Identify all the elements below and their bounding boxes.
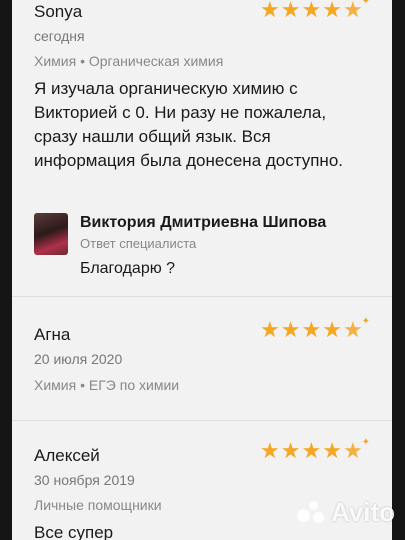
- review-text: Все супер: [34, 523, 114, 540]
- star-icon: ★: [342, 318, 363, 343]
- review-text-line: Я изучала органическую химию с: [34, 79, 298, 98]
- divider: [12, 420, 392, 421]
- star-icon: ★: [280, 318, 301, 343]
- star-icon: ★: [342, 0, 363, 23]
- avito-watermark: Avito: [296, 497, 395, 528]
- star-icon: ★: [280, 0, 301, 23]
- reviewer-name: Агна: [34, 325, 71, 344]
- left-edge: [0, 0, 12, 540]
- reviews-list[interactable]: Sonya ★ ★ ★ ★ ★ ✦ сегодня Химия • Органи…: [12, 0, 392, 540]
- star-icon: ★: [301, 439, 322, 464]
- review-text-line: Викторией с 0. Ни разу не пожалела,: [34, 103, 327, 122]
- star-icon: ★: [322, 318, 342, 343]
- divider: [12, 296, 392, 297]
- review-date: 30 ноября 2019: [34, 472, 135, 488]
- rating-stars: ★ ★ ★ ★ ★ ✦: [260, 437, 370, 464]
- star-icon: ★: [280, 439, 301, 464]
- reply-text: Благодарю ?: [80, 260, 176, 277]
- star-icon: ★: [301, 318, 322, 343]
- avatar: [34, 213, 68, 255]
- star-icon: ★: [260, 318, 280, 343]
- watermark-text: Avito: [330, 497, 395, 527]
- star-icon: ★: [260, 0, 280, 23]
- review-category: Личные помощники: [34, 497, 162, 513]
- reviewer-name: Sonya: [34, 2, 83, 21]
- review-category: Химия • Органическая химия: [34, 53, 224, 69]
- reply-author-name: Виктория Дмитриевна Шипова: [80, 214, 327, 231]
- star-icon: ★: [322, 439, 342, 464]
- review-date: 20 июля 2020: [34, 351, 123, 367]
- review-category: Химия • ЕГЭ по химии: [34, 377, 180, 393]
- review-date: сегодня: [34, 28, 85, 44]
- star-icon: ★: [342, 439, 363, 464]
- sparkle-icon: ✦: [361, 316, 371, 327]
- reply-role: Ответ специалиста: [80, 236, 197, 251]
- star-icon: ★: [260, 439, 280, 464]
- rating-stars: ★ ★ ★ ★ ★ ✦: [260, 316, 370, 343]
- rating-stars: ★ ★ ★ ★ ★ ✦: [260, 0, 370, 22]
- sparkle-icon: ✦: [361, 437, 371, 448]
- review-text: Я изучала органическую химию с Викторией…: [34, 77, 343, 173]
- right-edge: [392, 0, 405, 540]
- sparkle-icon: ✦: [361, 0, 371, 7]
- reviewer-name: Алексей: [34, 446, 100, 465]
- avito-logo-icon: [296, 499, 325, 527]
- star-icon: ★: [322, 0, 342, 23]
- review-text-line: сразу нашли общий язык. Вся: [34, 127, 271, 146]
- star-icon: ★: [301, 0, 322, 23]
- review-text-line: информация была донесена доступно.: [34, 151, 343, 170]
